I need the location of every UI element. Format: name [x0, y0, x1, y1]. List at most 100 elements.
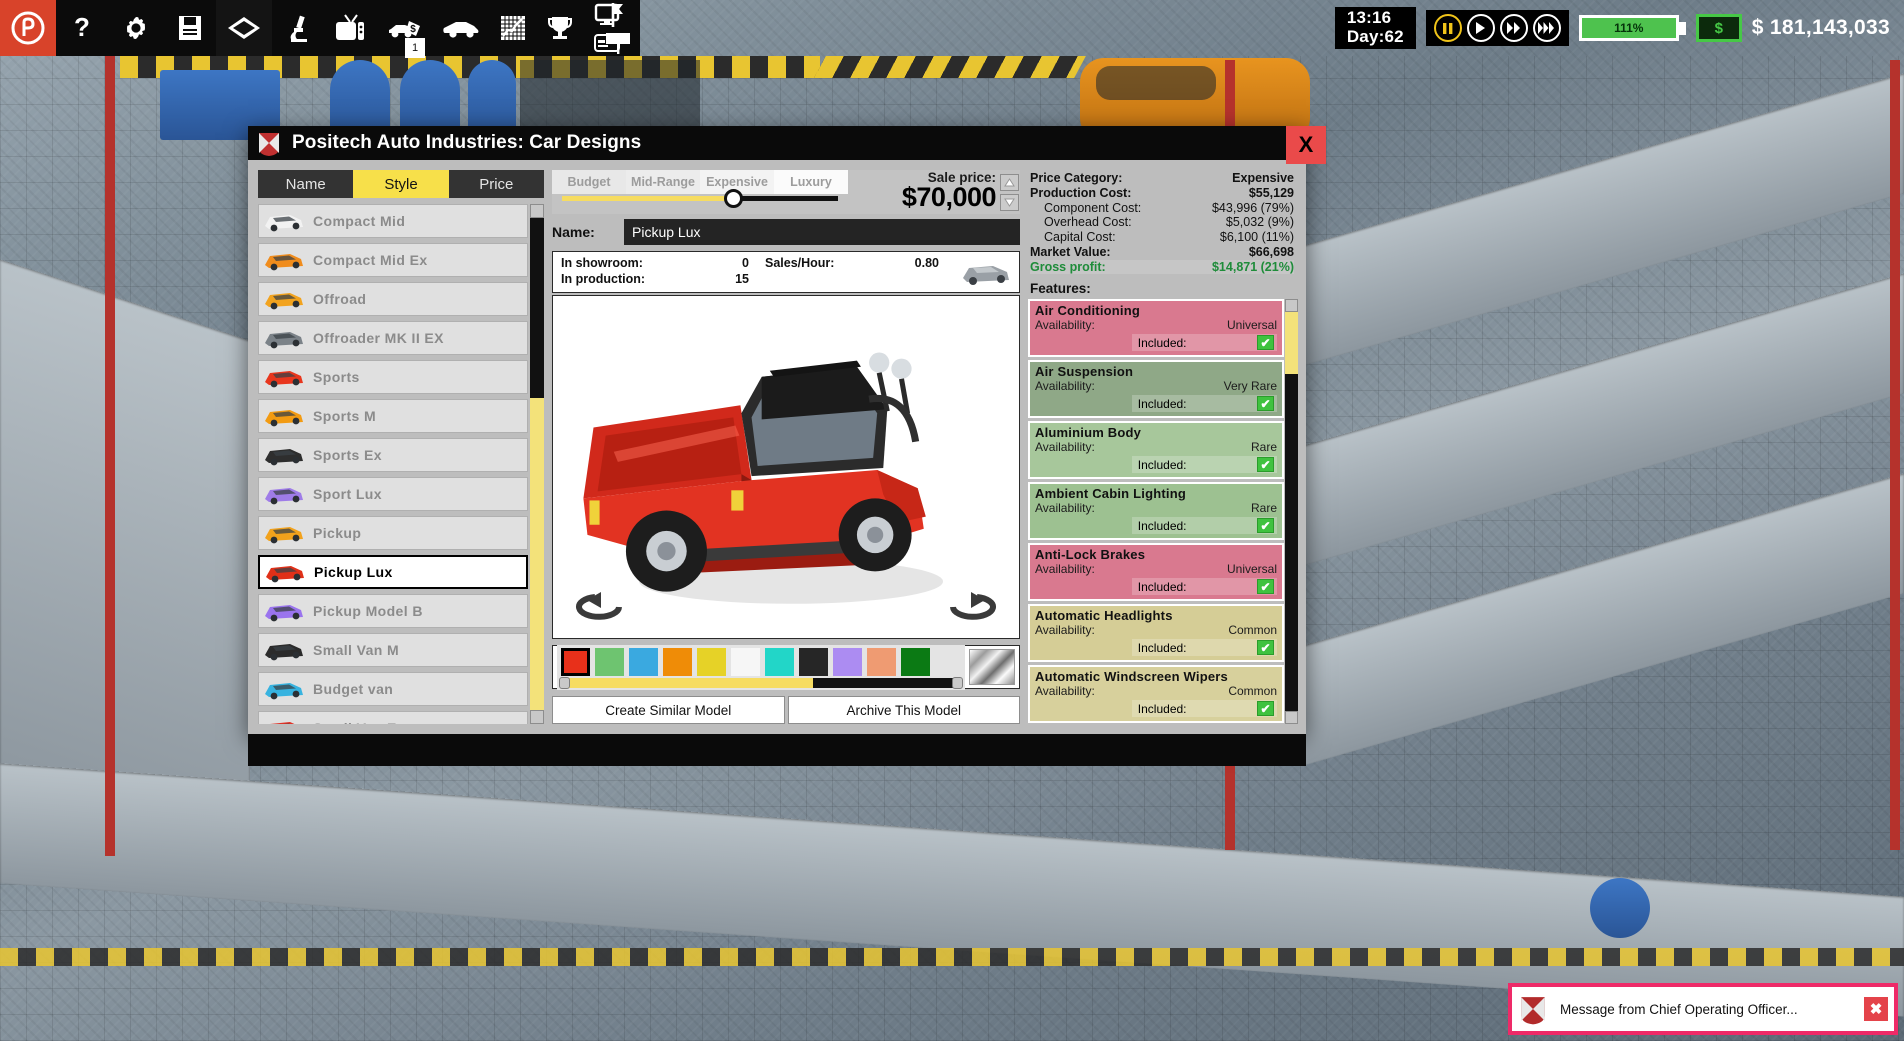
included-checkbox[interactable]: ✔: [1257, 518, 1274, 533]
list-item[interactable]: Budget van: [258, 672, 528, 706]
feature-card[interactable]: Aluminium BodyAvailability:RareIncluded:…: [1028, 421, 1284, 479]
battery-nub-icon: [1679, 22, 1686, 35]
list-item[interactable]: Sports Ex: [258, 438, 528, 472]
scroll-up-button[interactable]: [530, 204, 544, 218]
close-dialog-button[interactable]: X: [1286, 126, 1326, 164]
feature-card[interactable]: Anti-Lock BrakesAvailability:UniversalIn…: [1028, 543, 1284, 601]
scrollbar-thumb[interactable]: [530, 218, 544, 398]
availability-value: Rare: [1251, 440, 1277, 454]
car-list-scrollbar[interactable]: [530, 204, 544, 724]
list-item[interactable]: Pickup: [258, 516, 528, 550]
color-swatch[interactable]: [561, 648, 590, 676]
support-pillar: [105, 56, 115, 856]
color-swatch[interactable]: [697, 648, 726, 676]
price-increase-button[interactable]: [1000, 174, 1019, 191]
color-swatch[interactable]: [765, 648, 794, 676]
statistics-chart-icon[interactable]: [490, 0, 536, 56]
price-decrease-button[interactable]: [1000, 194, 1019, 211]
tab-price[interactable]: Price: [449, 170, 544, 198]
positech-logo-icon[interactable]: [0, 0, 56, 56]
included-checkbox[interactable]: ✔: [1257, 457, 1274, 472]
notification-toast[interactable]: Message from Chief Operating Officer... …: [1508, 983, 1898, 1035]
list-item[interactable]: Offroader MK II EX: [258, 321, 528, 355]
included-checkbox[interactable]: ✔: [1257, 335, 1274, 350]
archive-this-model-button[interactable]: Archive This Model: [788, 696, 1021, 724]
scroll-down-button[interactable]: [1285, 711, 1298, 724]
list-item[interactable]: Pickup Model B: [258, 594, 528, 628]
dialog-title: Positech Auto Industries: Car Designs: [292, 132, 641, 154]
car-designs-icon[interactable]: [434, 0, 490, 56]
very-fast-forward-button[interactable]: [1533, 14, 1561, 42]
color-swatch[interactable]: [663, 648, 692, 676]
car-preview-viewport[interactable]: [552, 295, 1020, 639]
name-input[interactable]: Pickup Lux: [624, 219, 1020, 245]
rotate-right-icon[interactable]: [945, 590, 997, 624]
marketing-tv-icon[interactable]: [322, 0, 378, 56]
help-icon[interactable]: ?: [56, 0, 108, 56]
list-item[interactable]: Sports: [258, 360, 528, 394]
research-microscope-icon[interactable]: [272, 0, 322, 56]
save-icon[interactable]: [164, 0, 216, 56]
metallic-swatch[interactable]: [969, 649, 1015, 685]
color-swatches: [561, 648, 961, 676]
included-label: Included:: [1138, 458, 1187, 472]
pause-button[interactable]: [1434, 14, 1462, 42]
car-thumbnail-icon: [263, 286, 305, 312]
color-swatch[interactable]: [731, 648, 760, 676]
rotate-left-icon[interactable]: [575, 590, 627, 624]
play-button[interactable]: [1467, 14, 1495, 42]
color-swatch[interactable]: [629, 648, 658, 676]
settings-gear-icon[interactable]: [108, 0, 164, 56]
feature-card[interactable]: Automatic HeadlightsAvailability:CommonI…: [1028, 604, 1284, 662]
list-item[interactable]: Offroad: [258, 282, 528, 316]
notification-close-button[interactable]: ✖: [1864, 997, 1888, 1021]
list-item[interactable]: Sport Lux: [258, 477, 528, 511]
company-crest-icon: [258, 130, 280, 156]
feature-card[interactable]: Automatic Windscreen WipersAvailability:…: [1028, 665, 1284, 723]
color-swatch[interactable]: [595, 648, 624, 676]
color-swatch[interactable]: [867, 648, 896, 676]
included-checkbox[interactable]: ✔: [1257, 396, 1274, 411]
included-checkbox[interactable]: ✔: [1257, 640, 1274, 655]
list-item[interactable]: Pickup Lux: [258, 555, 528, 589]
tab-name[interactable]: Name: [258, 170, 353, 198]
included-checkbox[interactable]: ✔: [1257, 701, 1274, 716]
list-item[interactable]: Sports M: [258, 399, 528, 433]
feature-card[interactable]: Air SuspensionAvailability:Very RareIncl…: [1028, 360, 1284, 418]
shade-slider-knob-left[interactable]: [559, 677, 570, 689]
cost-label: Capital Cost:: [1044, 230, 1116, 245]
expand-move-icon[interactable]: [216, 0, 272, 56]
color-swatch[interactable]: [833, 648, 862, 676]
segment-mid-range: Mid-Range: [626, 170, 700, 194]
feature-card[interactable]: Air ConditioningAvailability:UniversalIn…: [1028, 299, 1284, 357]
included-checkbox[interactable]: ✔: [1257, 579, 1274, 594]
shade-slider[interactable]: [561, 678, 961, 688]
color-swatch[interactable]: [901, 648, 930, 676]
color-swatch[interactable]: [799, 648, 828, 676]
price-slider[interactable]: Budget Mid-Range Expensive Luxury: [552, 170, 848, 214]
list-item[interactable]: Compact Mid: [258, 204, 528, 238]
cash-button[interactable]: $: [1696, 14, 1742, 42]
list-item[interactable]: Compact Mid Ex: [258, 243, 528, 277]
fast-forward-button[interactable]: [1500, 14, 1528, 42]
features-scrollbar[interactable]: [1285, 299, 1298, 724]
scrollbar-thumb[interactable]: [1285, 374, 1298, 711]
list-item[interactable]: Small Van M: [258, 633, 528, 667]
list-item[interactable]: Small Van Ex: [258, 711, 528, 724]
tab-style[interactable]: Style: [353, 170, 448, 198]
sale-price-box: Sale price: $70,000: [848, 170, 1000, 214]
sign-icon[interactable]: [596, 30, 640, 56]
slider-knob[interactable]: [724, 189, 743, 208]
availability-label: Availability:: [1035, 684, 1095, 698]
slider-track[interactable]: [562, 196, 838, 201]
feature-card[interactable]: Ambient Cabin LightingAvailability:RareI…: [1028, 482, 1284, 540]
scroll-down-button[interactable]: [530, 710, 544, 724]
support-pillar: [1890, 60, 1900, 850]
flag-icon[interactable]: [596, 0, 640, 30]
shade-slider-knob-right[interactable]: [952, 677, 963, 689]
scroll-up-button[interactable]: [1285, 299, 1298, 312]
trophy-icon[interactable]: [536, 0, 584, 56]
toolbar-badge: 1: [405, 38, 425, 58]
battery-indicator[interactable]: 111%: [1579, 15, 1686, 41]
create-similar-model-button[interactable]: Create Similar Model: [552, 696, 785, 724]
